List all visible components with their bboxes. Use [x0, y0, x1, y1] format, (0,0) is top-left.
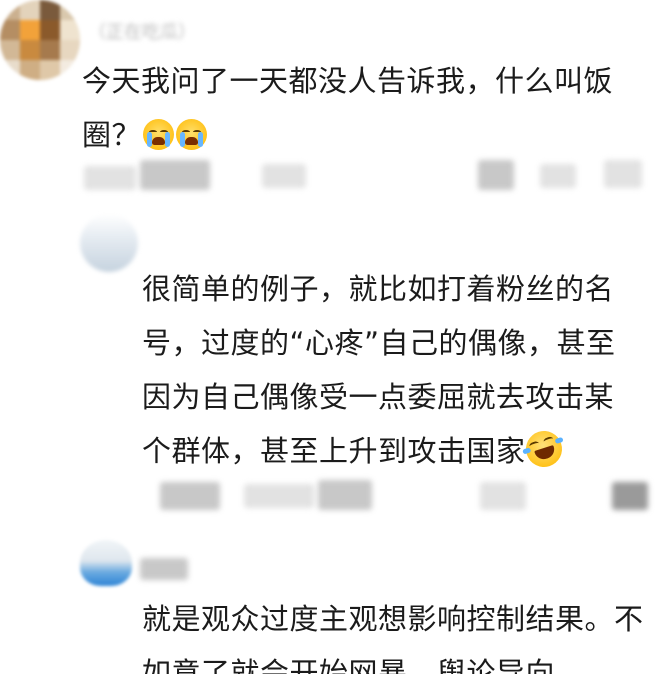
share-button-redacted[interactable] — [478, 160, 514, 190]
comment-button-redacted[interactable] — [480, 482, 526, 510]
avatar[interactable] — [80, 214, 138, 272]
comment-body: 就是观众过度主观想影响控制结果。不如意了就会开始网暴。舆论导向。 — [142, 602, 644, 674]
timestamp-redacted — [84, 166, 136, 190]
username-redacted[interactable] — [140, 558, 188, 580]
crying-face-emoji-icon — [176, 119, 208, 150]
location-redacted — [140, 160, 210, 190]
like-button-redacted[interactable] — [604, 160, 642, 188]
comment-text: 就是观众过度主观想影响控制结果。不如意了就会开始网暴。舆论导向。 — [142, 592, 647, 674]
avatar[interactable] — [0, 0, 80, 80]
comment-text: 很简单的例子，就比如打着粉丝的名号，过度的“心疼”自己的偶像，甚至因为自己偶像受… — [142, 262, 642, 478]
timestamp-redacted — [160, 482, 220, 510]
like-button-redacted[interactable] — [612, 482, 648, 510]
comment-button-redacted[interactable] — [540, 164, 576, 188]
crying-face-emoji-icon — [143, 119, 175, 150]
location-redacted — [244, 484, 314, 508]
comment-thread: （正在吃瓜） 今天我问了一天都没人告诉我，什么叫饭圈？ 很简单的例子，就比如打着… — [0, 0, 672, 674]
username[interactable]: （正在吃瓜） — [88, 18, 368, 43]
reply-button-redacted[interactable] — [318, 480, 372, 510]
comment-text: 今天我问了一天都没人告诉我，什么叫饭圈？ — [82, 54, 652, 162]
laughing-face-emoji-icon — [520, 426, 567, 472]
reply-button-redacted[interactable] — [262, 164, 306, 188]
avatar[interactable] — [80, 540, 132, 586]
